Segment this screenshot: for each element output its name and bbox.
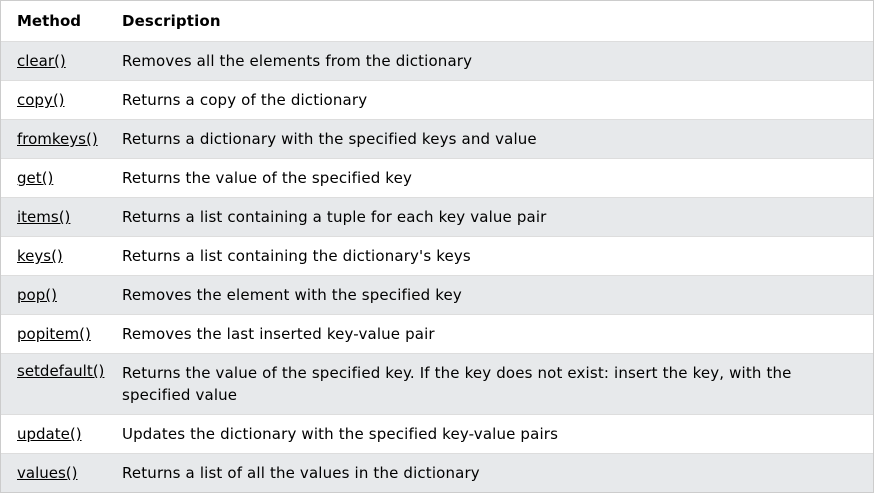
method-description: Returns a dictionary with the specified … xyxy=(122,130,537,148)
method-link-copy[interactable]: copy() xyxy=(17,91,65,109)
method-description: Returns a list containing the dictionary… xyxy=(122,247,471,265)
method-link-pop[interactable]: pop() xyxy=(17,286,57,304)
method-link-setdefault[interactable]: setdefault() xyxy=(17,362,104,380)
method-description: Returns a list of all the values in the … xyxy=(122,464,480,482)
header-description: Description xyxy=(122,12,221,30)
method-description: Updates the dictionary with the specifie… xyxy=(122,425,559,443)
table-row: fromkeys() Returns a dictionary with the… xyxy=(1,119,873,158)
method-description: Removes the element with the specified k… xyxy=(122,286,462,304)
method-description: Removes all the elements from the dictio… xyxy=(122,52,473,70)
table-row: setdefault() Returns the value of the sp… xyxy=(1,353,873,414)
table-row: items() Returns a list containing a tupl… xyxy=(1,197,873,236)
method-link-fromkeys[interactable]: fromkeys() xyxy=(17,130,98,148)
method-link-items[interactable]: items() xyxy=(17,208,70,226)
header-method: Method xyxy=(17,12,81,30)
method-description: Returns the value of the specified key. … xyxy=(122,364,792,404)
table-row: keys() Returns a list containing the dic… xyxy=(1,236,873,275)
method-link-update[interactable]: update() xyxy=(17,425,82,443)
method-description: Returns the value of the specified key xyxy=(122,169,412,187)
method-link-popitem[interactable]: popitem() xyxy=(17,325,91,343)
table-row: popitem() Removes the last inserted key-… xyxy=(1,314,873,353)
table-row: copy() Returns a copy of the dictionary xyxy=(1,80,873,119)
table-row: get() Returns the value of the specified… xyxy=(1,158,873,197)
table-row: clear() Removes all the elements from th… xyxy=(1,41,873,80)
table-row: pop() Removes the element with the speci… xyxy=(1,275,873,314)
method-description: Removes the last inserted key-value pair xyxy=(122,325,435,343)
method-description: Returns a list containing a tuple for ea… xyxy=(122,208,547,226)
method-link-values[interactable]: values() xyxy=(17,464,78,482)
method-description: Returns a copy of the dictionary xyxy=(122,91,368,109)
dictionary-methods-table: Method Description clear() Removes all t… xyxy=(0,0,874,493)
method-link-clear[interactable]: clear() xyxy=(17,52,66,70)
table-header-row: Method Description xyxy=(1,1,873,41)
table-row: values() Returns a list of all the value… xyxy=(1,453,873,492)
method-link-keys[interactable]: keys() xyxy=(17,247,63,265)
table-row: update() Updates the dictionary with the… xyxy=(1,414,873,453)
method-link-get[interactable]: get() xyxy=(17,169,53,187)
